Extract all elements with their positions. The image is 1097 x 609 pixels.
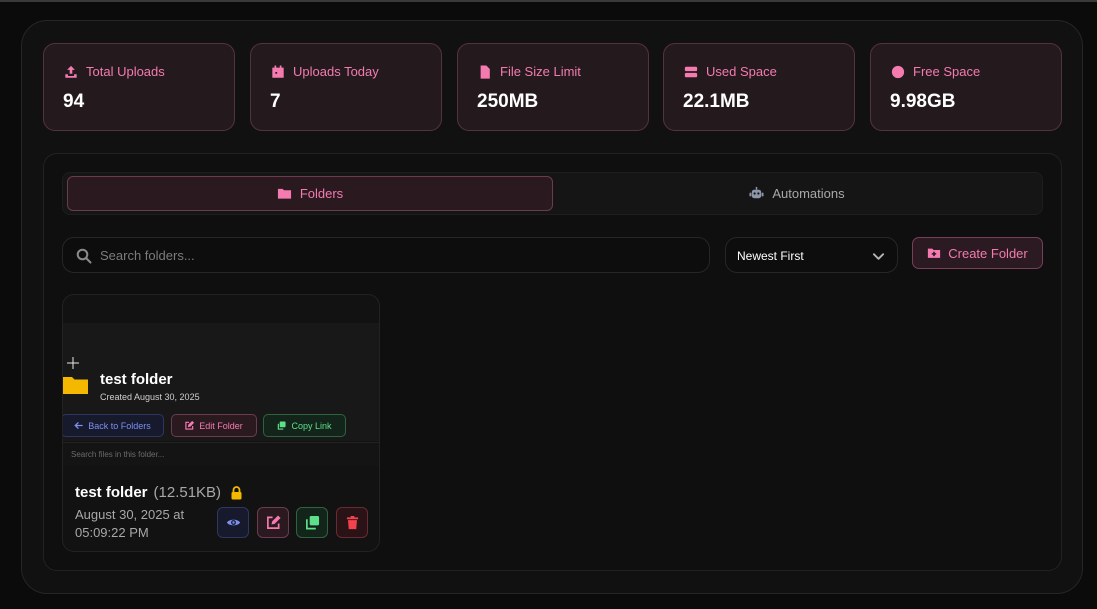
file-icon [480,64,490,79]
calendar-icon [272,64,284,78]
folder-icon [63,377,88,394]
crosshair-icon [67,357,79,369]
copy-link-label: Copy Link [291,420,332,431]
edit-folder-button[interactable]: Edit Folder [171,414,257,437]
back-to-folders-button[interactable]: Back to Folders [63,414,164,437]
server-icon [684,66,698,77]
stat-card-used-space: Used Space 22.1MB [663,43,855,131]
stat-value: 94 [63,91,85,112]
eye-icon [226,519,240,526]
stat-value: 22.1MB [683,91,750,112]
copy-icon [278,421,287,430]
folder-icon [277,188,291,199]
create-folder-button[interactable]: Create Folder [912,237,1043,269]
trash-icon [346,515,358,530]
view-button[interactable] [217,507,249,538]
create-folder-label: Create Folder [948,245,1028,261]
copy-link-button[interactable]: Copy Link [263,414,346,437]
stat-label: Total Uploads [86,64,165,79]
stat-label: Free Space [913,64,981,79]
tab-folders[interactable]: Folders [67,176,553,211]
chevron-down-icon [872,253,885,260]
upload-icon [65,65,77,78]
stat-card-uploads-today: Uploads Today 7 [250,43,442,131]
edit-folder-label: Edit Folder [199,420,243,431]
tab-label: Automations [772,186,845,201]
stat-card-free-space: Free Space 9.98GB [870,43,1062,131]
tab-automations[interactable]: Automations [555,176,1039,211]
stat-label: Used Space [706,64,777,79]
file-search-input[interactable]: Search files in this folder... [63,442,379,466]
folder-card[interactable]: test folder Created August 30, 2025 Back… [62,294,380,552]
tab-label: Folders [299,186,344,201]
edit-button[interactable] [257,507,289,538]
file-search-placeholder: Search files in this folder... [71,450,165,459]
copy-button[interactable] [296,507,328,538]
folder-date: August 30, 2025 at 05:09:22 PM [75,507,185,540]
stat-label: File Size Limit [500,64,581,79]
stat-card-total-uploads: Total Uploads 94 [43,43,235,131]
search-input[interactable]: Search folders... [62,237,710,273]
folder-title: test folder (12.51KB) [75,484,243,501]
folder-size: (12.51KB) [153,484,222,501]
preview-created-date: Created August 30, 2025 [100,392,200,402]
search-placeholder: Search folders... [100,248,195,263]
folder-preview: test folder Created August 30, 2025 Back… [63,323,379,441]
edit-icon [266,515,281,529]
delete-button[interactable] [336,507,368,538]
edit-icon [185,421,195,430]
robot-icon [749,186,764,199]
stat-value: 250MB [477,91,539,112]
search-icon [76,248,92,264]
arrow-left-icon [74,422,84,429]
copy-icon [305,515,319,530]
stat-value: 7 [270,91,281,112]
sort-select[interactable]: Newest First [725,237,898,273]
circle-icon [891,65,905,78]
window-top-border [0,0,1097,2]
stat-value: 9.98GB [890,91,956,112]
lock-icon [231,485,242,499]
folder-plus-icon [928,248,941,258]
sort-selected-value: Newest First [737,249,804,263]
stat-card-file-size-limit: File Size Limit 250MB [457,43,649,131]
back-to-folders-label: Back to Folders [88,420,151,431]
preview-folder-name: test folder [100,371,173,388]
stat-label: Uploads Today [293,64,379,79]
folder-name: test folder [75,484,148,501]
